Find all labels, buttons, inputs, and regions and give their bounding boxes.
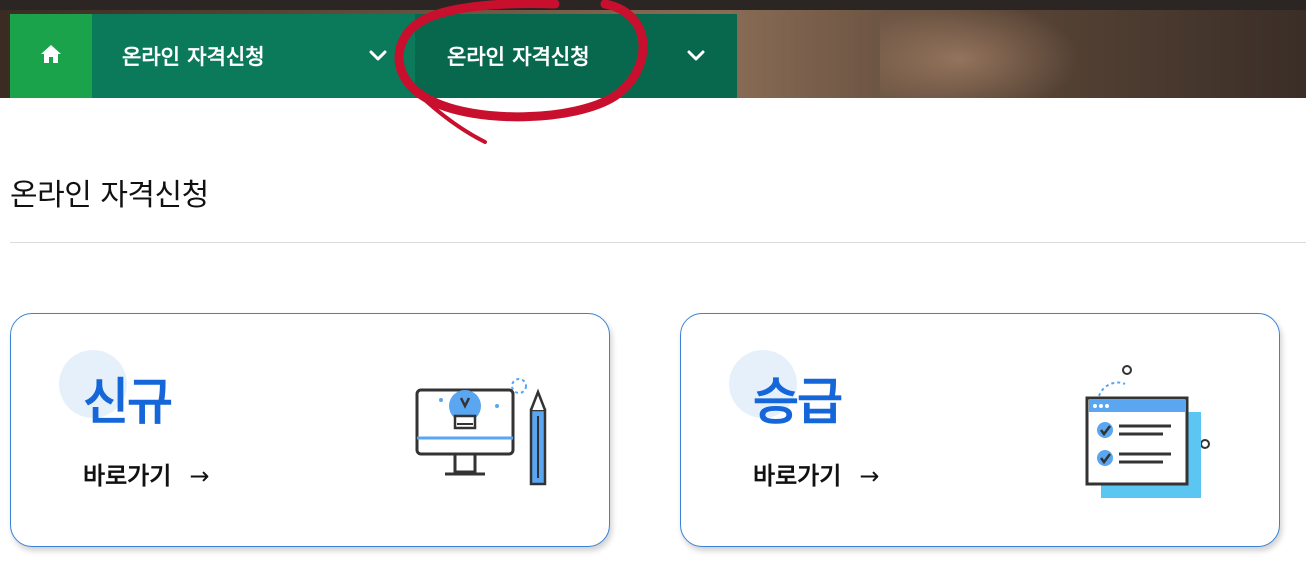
nav-dropdown-label: 온라인 자격신청 [122,45,265,69]
shortcut-label: 바로가기 [83,462,172,490]
page-title: 온라인 자격신청 [10,178,209,213]
card-title: 신규 [83,373,173,431]
shortcut-label: 바로가기 [753,462,842,490]
upgrade-application-card[interactable]: 승급 바로가기 → [680,313,1280,547]
shortcut-link[interactable]: 바로가기 → [83,456,209,491]
home-button[interactable] [10,14,92,98]
arrow-right-icon: → [859,462,880,490]
new-application-card[interactable]: 신규 바로가기 → [10,313,610,547]
card-title: 승급 [753,373,843,431]
nav-dropdown-category[interactable]: 온라인 자격신청 [92,14,415,98]
shortcut-link[interactable]: 바로가기 → [753,456,879,491]
lightbulb-monitor-pencil-icon [415,378,547,486]
checklist-icon [1085,365,1210,498]
top-edge [0,0,1306,10]
arrow-right-icon: → [189,462,210,490]
breadcrumb-nav: 온라인 자격신청 온라인 자격신청 [10,14,737,98]
home-icon [40,44,62,68]
nav-dropdown-page[interactable]: 온라인 자격신청 [415,14,737,98]
title-divider [10,242,1306,243]
chevron-down-icon [369,50,387,62]
chevron-down-icon [687,50,705,62]
nav-dropdown-label: 온라인 자격신청 [447,45,590,69]
